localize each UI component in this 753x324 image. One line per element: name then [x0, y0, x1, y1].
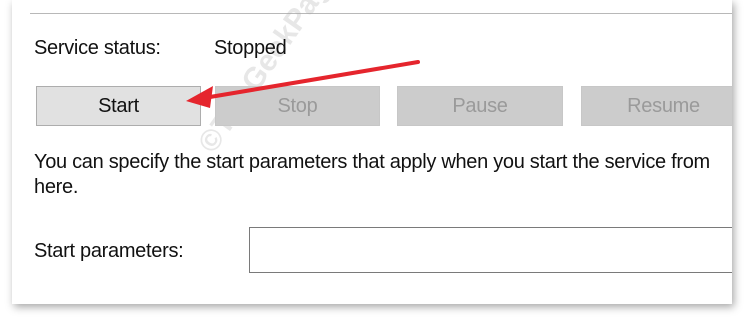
resume-button: Resume	[581, 86, 732, 126]
start-parameters-label: Start parameters:	[34, 240, 184, 262]
pause-button: Pause	[397, 86, 563, 126]
service-status-label: Service status:	[34, 37, 161, 59]
start-button[interactable]: Start	[36, 86, 201, 126]
start-parameters-input[interactable]	[249, 227, 732, 273]
stop-button: Stop	[215, 86, 380, 126]
watermark: ©TheGeekPage.com	[192, 0, 386, 159]
service-properties-panel: ©TheGeekPage.com Service status: Stopped…	[12, 0, 732, 304]
start-parameters-description: You can specify the start parameters tha…	[34, 151, 710, 198]
service-status-value: Stopped	[214, 37, 287, 59]
panel-divider	[30, 13, 732, 14]
